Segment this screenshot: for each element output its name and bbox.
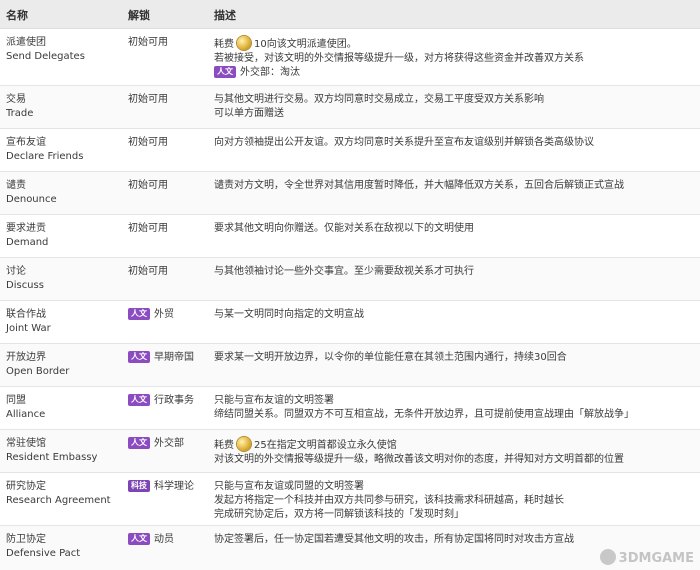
unlock-cell: 科技 科学理论 xyxy=(128,480,194,494)
description-cell: 与其他领袖讨论一些外交事宜。至少需要敌视关系才可执行 xyxy=(214,266,474,277)
culture-badge: 人文 xyxy=(128,533,150,545)
description-cell: 向对方领袖提出公开友谊。双方均同意时关系提升至宣布友谊级别并解锁各类高级协议 xyxy=(214,137,594,148)
action-name: 讨论 Discuss xyxy=(6,266,44,291)
action-name: 交易 Trade xyxy=(6,94,34,119)
culture-badge: 人文 xyxy=(128,308,150,320)
unlock-cell: 人文 外交部 xyxy=(128,437,184,451)
action-name: 同盟 Alliance xyxy=(6,395,46,420)
unlock-cell: 人文 外贸 xyxy=(128,308,174,322)
culture-badge: 人文 xyxy=(128,351,150,363)
action-name: 联合作战 Joint War xyxy=(6,309,51,334)
table-row: 要求进贡 Demand 初始可用 要求其他文明向你赠送。仅能对关系在敌视以下的文… xyxy=(0,215,700,258)
description-cell: 只能与宣布友谊的文明签署 缔结同盟关系。同盟双方不可互相宣战，无条件开放边界，且… xyxy=(214,395,634,420)
culture-badge: 人文 xyxy=(214,66,236,78)
description-cell: 要求其他文明向你赠送。仅能对关系在敌视以下的文明使用 xyxy=(214,223,474,234)
action-name: 研究协定 Research Agreement xyxy=(6,481,111,506)
action-name: 要求进贡 Demand xyxy=(6,223,49,248)
table-row: 联合作战 Joint War 人文 外贸 与某一文明同时向指定的文明宣战 xyxy=(0,301,700,344)
watermark-icon xyxy=(599,549,616,565)
table-row: 派遣使团 Send Delegates 初始可用 耗费 10向该文明派遣使团。 若… xyxy=(0,29,700,86)
table-header: 名称 解锁 描述 xyxy=(0,0,700,29)
description-cell: 耗费 10向该文明派遣使团。 若被接受，对该文明的外交情报等级提升一级，对方将获得… xyxy=(214,36,584,80)
action-name: 开放边界 Open Border xyxy=(6,352,70,377)
unlock-cell: 初始可用 xyxy=(128,266,168,277)
culture-badge: 人文 xyxy=(128,394,150,406)
culture-badge: 人文 xyxy=(128,437,150,449)
description-cell: 谴责对方文明，令全世界对其信用度暂时降低，并大幅降低双方关系，五回合后解锁正式宣… xyxy=(214,180,624,191)
unlock-cell: 初始可用 xyxy=(128,223,168,234)
gold-coin-icon xyxy=(237,437,251,451)
unlock-cell: 人文 早期帝国 xyxy=(128,351,194,365)
table-row: 宣布友谊 Declare Friends 初始可用 向对方领袖提出公开友谊。双方… xyxy=(0,129,700,172)
table-row: 交易 Trade 初始可用 与其他文明进行交易。双方均同意时交易成立，交易工平度… xyxy=(0,86,700,129)
action-name: 常驻使馆 Resident Embassy xyxy=(6,438,98,463)
science-badge: 科技 xyxy=(128,480,150,492)
table-row: 谴责 Denounce 初始可用 谴责对方文明，令全世界对其信用度暂时降低，并大… xyxy=(0,172,700,215)
header-description: 描述 xyxy=(214,9,236,22)
unlock-cell: 初始可用 xyxy=(128,94,168,105)
description-cell: 要求某一文明开放边界，以令你的单位能任意在其领土范围内通行，持续30回合 xyxy=(214,352,567,363)
table-row: 研究协定 Research Agreement 科技 科学理论 只能与宣布友谊或同… xyxy=(0,473,700,526)
description-cell: 协定签署后，任一协定国若遭受其他文明的攻击，所有协定国将同时对攻击方宣战 xyxy=(214,534,574,545)
action-name: 宣布友谊 Declare Friends xyxy=(6,137,84,162)
gold-coin-icon xyxy=(237,36,251,50)
table-row: 讨论 Discuss 初始可用 与其他领袖讨论一些外交事宜。至少需要敌视关系才可… xyxy=(0,258,700,301)
table-row: 常驻使馆 Resident Embassy 人文 外交部 耗费 25在指定文明首都设… xyxy=(0,430,700,473)
unlock-cell: 初始可用 xyxy=(128,137,168,148)
action-name: 派遣使团 Send Delegates xyxy=(6,37,85,62)
description-cell: 只能与宣布友谊或同盟的文明签署 发起方将指定一个科技并由双方共同参与研究，该科技… xyxy=(214,481,564,520)
description-cell: 与某一文明同时向指定的文明宣战 xyxy=(214,309,364,320)
header-name: 名称 xyxy=(6,9,28,22)
unlock-cell: 初始可用 xyxy=(128,180,168,191)
table-row: 同盟 Alliance 人文 行政事务 只能与宣布友谊的文明签署 缔结同盟关系。同… xyxy=(0,387,700,430)
description-cell: 与其他文明进行交易。双方均同意时交易成立，交易工平度受双方关系影响 可以单方面赠… xyxy=(214,94,544,119)
table-row: 开放边界 Open Border 人文 早期帝国 要求某一文明开放边界，以令你的单… xyxy=(0,344,700,387)
table-row: 防卫协定 Defensive Pact 人文 动员 协定签署后，任一协定国若遭受其… xyxy=(0,526,700,570)
unlock-cell: 初始可用 xyxy=(128,37,168,48)
unlock-cell: 人文 动员 xyxy=(128,533,174,547)
header-unlock: 解锁 xyxy=(128,9,150,22)
action-name: 防卫协定 Defensive Pact xyxy=(6,534,81,559)
unlock-cell: 人文 行政事务 xyxy=(128,394,194,408)
description-cell: 耗费 25在指定文明首都设立永久使馆 对该文明的外交情报等级提升一级，略微改善该文… xyxy=(214,437,624,467)
action-name: 谴责 Denounce xyxy=(6,180,57,205)
watermark-logo: 3DMGAME xyxy=(599,549,694,566)
